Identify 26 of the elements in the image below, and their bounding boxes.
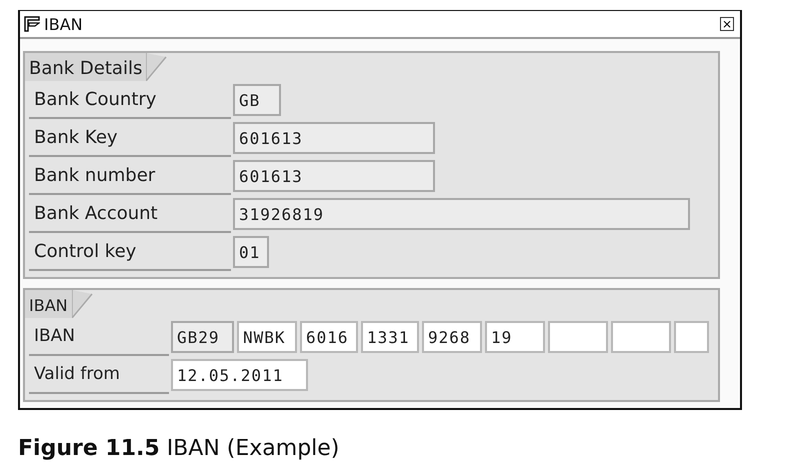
close-button[interactable]: × [720, 17, 734, 31]
field-label: Bank Country [29, 81, 231, 119]
input-field[interactable]: 19 [485, 321, 545, 353]
input-field[interactable]: GB [233, 84, 281, 116]
field-label: Bank Key [29, 119, 231, 157]
input-field[interactable]: NWBK [237, 321, 297, 353]
field-label: Valid from [29, 356, 169, 394]
input-field[interactable]: 12.05.2011 [171, 359, 308, 391]
field-label: Bank number [29, 157, 231, 195]
input-field[interactable]: 601613 [233, 122, 435, 154]
input-field[interactable]: 601613 [233, 160, 435, 192]
input-field[interactable]: 01 [233, 236, 269, 268]
input-field[interactable]: 6016 [300, 321, 358, 353]
window-title: IBAN [44, 14, 84, 34]
field-label: Bank Account [29, 195, 231, 233]
window-icon [24, 16, 40, 32]
input-field[interactable]: GB29 [171, 321, 234, 353]
input-field[interactable] [674, 321, 709, 353]
field-label: Control key [29, 233, 231, 271]
figure-caption: Figure 11.5 IBAN (Example) [18, 436, 340, 461]
input-field[interactable]: 1331 [361, 321, 419, 353]
field-label: IBAN [29, 318, 169, 356]
input-field[interactable]: 31926819 [233, 198, 690, 230]
input-field[interactable]: 9268 [422, 321, 482, 353]
input-field[interactable] [548, 321, 608, 353]
input-field[interactable] [611, 321, 671, 353]
